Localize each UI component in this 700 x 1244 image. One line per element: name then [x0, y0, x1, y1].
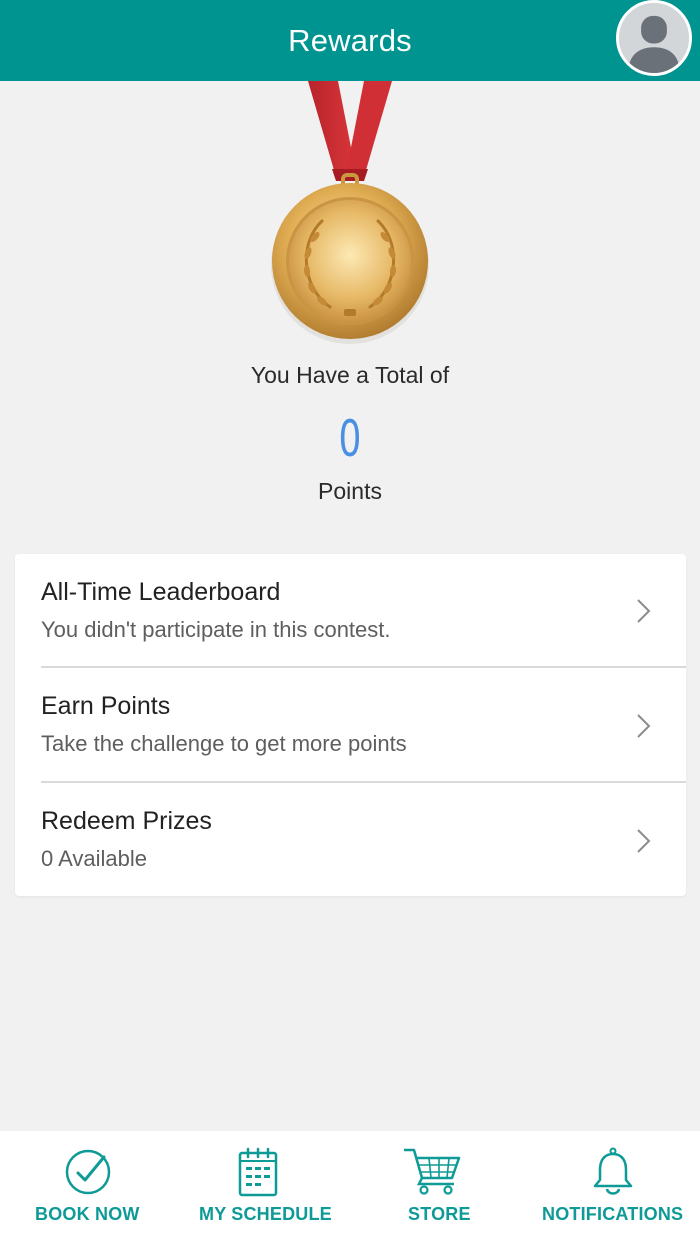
chevron-right-icon: [636, 598, 652, 624]
chevron-right-icon: [636, 713, 652, 739]
check-circle-icon: [64, 1148, 112, 1196]
leaderboard-title: All-Time Leaderboard: [41, 578, 281, 606]
avatar[interactable]: [616, 0, 692, 76]
cart-icon: [402, 1146, 462, 1196]
bottom-tab-bar: BOOK NOW MY SCHEDULE STORE NOTIFICATIONS: [0, 1131, 700, 1244]
tab-notifications-label: NOTIFICATIONS: [542, 1204, 684, 1224]
points-value: 0: [338, 410, 362, 468]
medal-icon: [271, 81, 429, 344]
tab-store[interactable]: STORE: [385, 1131, 489, 1244]
user-silhouette-icon: [619, 3, 689, 73]
redeem-prizes-title: Redeem Prizes: [41, 807, 212, 835]
bell-icon: [591, 1146, 635, 1198]
calendar-icon: [237, 1146, 279, 1198]
tab-my-schedule[interactable]: MY SCHEDULE: [190, 1131, 336, 1244]
tab-store-label: STORE: [408, 1204, 471, 1224]
tab-book-now-label: BOOK NOW: [35, 1204, 140, 1224]
leaderboard-subtitle: You didn't participate in this contest.: [41, 617, 391, 642]
medal-image: [260, 81, 440, 356]
tab-book-now[interactable]: BOOK NOW: [20, 1131, 156, 1244]
earn-points-subtitle: Take the challenge to get more points: [41, 731, 407, 756]
tab-notifications[interactable]: NOTIFICATIONS: [536, 1131, 690, 1244]
earn-points-title: Earn Points: [41, 692, 171, 720]
chevron-right-icon: [636, 828, 652, 854]
redeem-prizes-row[interactable]: Redeem Prizes 0 Available: [15, 783, 686, 897]
total-label: You Have a Total of: [250, 362, 450, 388]
leaderboard-row[interactable]: All-Time Leaderboard You didn't particip…: [15, 554, 686, 668]
tab-my-schedule-label: MY SCHEDULE: [199, 1204, 332, 1224]
earn-points-row[interactable]: Earn Points Take the challenge to get mo…: [15, 668, 686, 782]
points-label: Points: [318, 478, 382, 504]
page-title: Rewards: [288, 22, 412, 58]
app-header: Rewards: [0, 0, 700, 81]
rewards-menu-card: All-Time Leaderboard You didn't particip…: [15, 554, 686, 896]
redeem-prizes-subtitle: 0 Available: [41, 846, 148, 871]
